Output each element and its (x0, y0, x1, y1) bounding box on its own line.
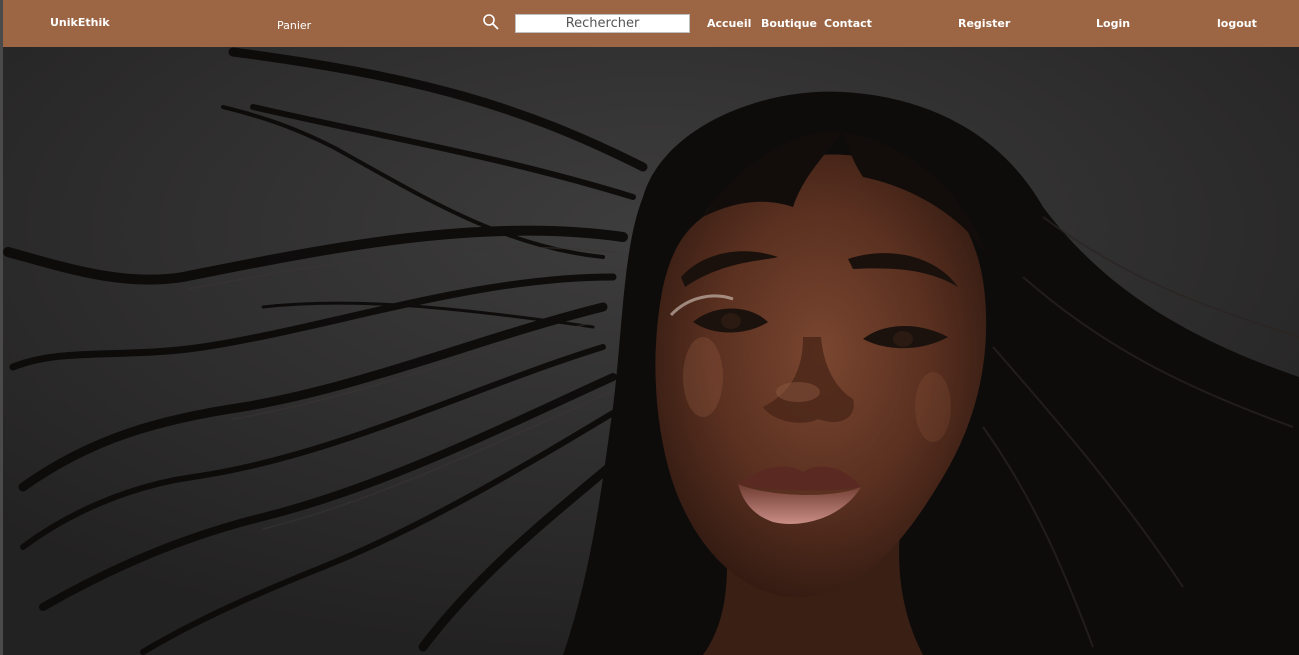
cart-link[interactable]: Panier (277, 19, 311, 32)
nav-link-home[interactable]: Accueil (707, 17, 751, 30)
woman-portrait-photo (3, 47, 1299, 655)
search-icon[interactable] (482, 13, 500, 31)
page: UnikEthik Panier Accueil Boutique Contac… (0, 0, 1299, 655)
search-input[interactable] (515, 14, 690, 33)
hero-banner-image (3, 47, 1299, 655)
nav-link-contact[interactable]: Contact (824, 17, 872, 30)
top-navbar: UnikEthik Panier Accueil Boutique Contac… (3, 0, 1299, 47)
register-link[interactable]: Register (958, 17, 1010, 30)
nav-link-shop[interactable]: Boutique (761, 17, 817, 30)
brand-logo-link[interactable]: UnikEthik (50, 16, 110, 29)
login-link[interactable]: Login (1096, 17, 1130, 30)
logout-link[interactable]: logout (1217, 17, 1257, 30)
